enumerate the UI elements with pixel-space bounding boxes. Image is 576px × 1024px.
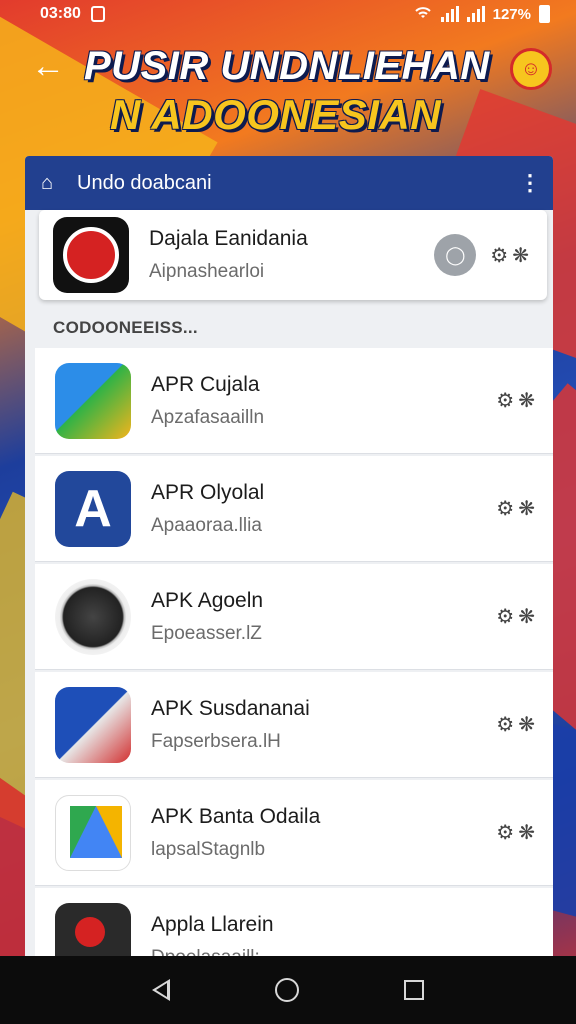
app-name: Appla Llarein	[151, 912, 274, 936]
battery-icon	[539, 5, 550, 23]
app-name: APK Banta Odaila	[151, 804, 321, 828]
status-time: 03:80	[40, 5, 81, 22]
list-item[interactable]: APK Agoeln Epoeasser.lZ ⚙ ❋	[35, 564, 553, 670]
section-label: CODOONEEISS...	[53, 318, 198, 337]
settings-icon[interactable]: ⚙	[496, 820, 514, 845]
featured-app-name: Dajala Eanidania	[149, 227, 308, 250]
page-title: PUSIR UNDNLIEHAN N ADOONESIAN	[84, 42, 504, 140]
chat-button[interactable]: ◯	[434, 234, 477, 276]
app-subtitle: Apzafasaailln	[151, 406, 265, 428]
app-icon-agoeln	[55, 578, 131, 655]
signal-icon-2	[466, 6, 485, 22]
app-subtitle: Fapserbsera.lH	[151, 730, 281, 752]
settings-icon[interactable]: ⚙	[496, 604, 514, 629]
badge-icon[interactable]: ❋	[518, 496, 535, 521]
app-name: APK Susdananai	[151, 696, 310, 720]
settings-icon[interactable]: ⚙	[490, 243, 508, 268]
nav-back-icon[interactable]	[152, 979, 171, 1001]
back-arrow-icon[interactable]: ←	[30, 48, 66, 84]
badge-icon[interactable]: ❋	[512, 243, 529, 268]
app-icon-cujala	[55, 362, 131, 439]
list-item[interactable]: A APR Olyolal Apaaoraa.llia ⚙ ❋	[35, 456, 553, 562]
app-name: APK Agoeln	[151, 588, 264, 612]
nav-home-icon[interactable]	[274, 978, 299, 1002]
list-item[interactable]: APK Banta Odaila lapsalStagnlb ⚙ ❋	[35, 780, 553, 886]
app-name: APR Cujala	[151, 372, 260, 396]
badge-icon[interactable]: ❋	[518, 388, 535, 413]
featured-app-card[interactable]: Dajala Eanidania Aipnashearloi ◯ ⚙ ❋	[39, 210, 547, 300]
badge-icon[interactable]: ❋	[518, 820, 535, 845]
app-list: APR Cujala Apzafasaailln ⚙ ❋ A APR Olyola…	[35, 348, 553, 956]
panel-title: Undo doabcani	[77, 171, 212, 194]
app-icon-banta-odaila	[55, 794, 131, 871]
featured-app-icon	[53, 217, 129, 293]
app-subtitle: Dpoelasaaill:	[151, 947, 553, 957]
more-options-icon[interactable]: ⋮	[519, 172, 541, 194]
status-bar: 03:80 127%	[0, 0, 576, 28]
battery-text: 127%	[492, 5, 531, 23]
app-icon-susdananai	[55, 686, 131, 763]
app-subtitle: Epoeasser.lZ	[151, 622, 262, 644]
row-actions[interactable]: ⚙ ❋	[490, 243, 529, 268]
title-line-2: N ADOONESIAN	[110, 91, 442, 138]
app-list-panel: ⌂ Undo doabcani ⋮ Dajala Eanidania Aipna…	[25, 156, 553, 956]
settings-icon[interactable]: ⚙	[496, 388, 514, 413]
emoji-badge-icon: ☺	[510, 48, 552, 90]
featured-app-subtitle: Aipnashearloi	[149, 261, 265, 282]
app-icon-appla-llarein	[55, 902, 131, 956]
notification-icon	[90, 6, 105, 22]
home-icon[interactable]: ⌂	[41, 172, 65, 195]
title-line-1: PUSIR UNDNLIEHAN	[84, 44, 490, 88]
app-icon-olyolal: A	[55, 470, 131, 547]
list-item[interactable]: Appla Llarein Dpoelasaaill:	[35, 888, 553, 956]
wifi-icon	[413, 4, 433, 24]
page-header: ← PUSIR UNDNLIEHAN N ADOONESIAN ☺	[0, 36, 576, 146]
app-name: APR Olyolal	[151, 480, 265, 504]
app-subtitle: lapsalStagnlb	[151, 838, 266, 860]
navigation-bar	[0, 956, 576, 1024]
settings-icon[interactable]: ⚙	[496, 496, 514, 521]
badge-icon[interactable]: ❋	[518, 712, 535, 737]
app-subtitle: Apaaoraa.llia	[151, 514, 262, 536]
settings-icon[interactable]: ⚙	[496, 712, 514, 737]
list-item[interactable]: APK Susdananai Fapserbsera.lH ⚙ ❋	[35, 672, 553, 778]
badge-icon[interactable]: ❋	[518, 604, 535, 629]
list-item[interactable]: APR Cujala Apzafasaailln ⚙ ❋	[35, 348, 553, 454]
signal-icon	[440, 6, 459, 22]
panel-app-bar: ⌂ Undo doabcani ⋮	[25, 156, 553, 210]
nav-recents-icon[interactable]	[403, 980, 424, 1000]
